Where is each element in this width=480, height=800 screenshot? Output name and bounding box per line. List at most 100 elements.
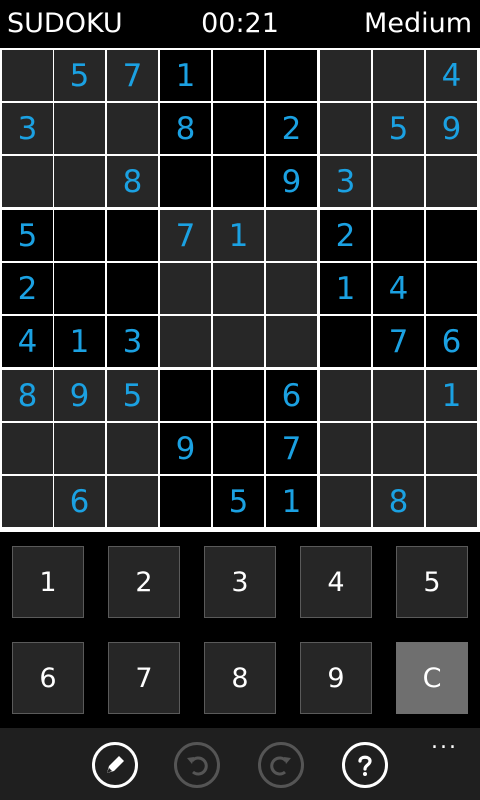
digit-key-3[interactable]: 3 (204, 546, 276, 618)
board-cell[interactable]: 4 (373, 263, 424, 314)
board-cell[interactable]: 6 (54, 476, 105, 527)
help-button[interactable] (342, 742, 388, 788)
board-cell[interactable] (107, 423, 158, 474)
board-cell[interactable]: 5 (107, 370, 158, 421)
board-cell[interactable] (54, 263, 105, 314)
board-cell[interactable] (373, 156, 424, 207)
board-cell[interactable]: 1 (266, 476, 317, 527)
digit-key-8[interactable]: 8 (204, 642, 276, 714)
board-cell[interactable]: 5 (373, 103, 424, 154)
board-cell[interactable]: 1 (54, 316, 105, 367)
board-cell[interactable]: 7 (160, 210, 211, 261)
board-cell[interactable] (320, 50, 371, 101)
board-cell[interactable]: 6 (426, 316, 477, 367)
board-cell[interactable] (54, 210, 105, 261)
pencil-button[interactable] (92, 742, 138, 788)
clear-key[interactable]: C (396, 642, 468, 714)
board-cell[interactable] (107, 103, 158, 154)
board-cell[interactable] (54, 156, 105, 207)
board-cell[interactable]: 2 (266, 103, 317, 154)
board-cell[interactable]: 1 (320, 263, 371, 314)
pencil-icon (107, 756, 124, 773)
board-cell[interactable]: 6 (266, 370, 317, 421)
board-cell[interactable] (160, 156, 211, 207)
digit-key-5[interactable]: 5 (396, 546, 468, 618)
board-cell[interactable] (426, 476, 477, 527)
board-cell[interactable] (54, 103, 105, 154)
board-cell[interactable] (213, 370, 264, 421)
board-cell[interactable] (320, 423, 371, 474)
board-cell[interactable]: 5 (213, 476, 264, 527)
board-cell[interactable]: 9 (160, 423, 211, 474)
board-cell[interactable] (426, 423, 477, 474)
board-cell[interactable] (160, 263, 211, 314)
board-cell[interactable]: 3 (2, 103, 53, 154)
digit-key-9[interactable]: 9 (300, 642, 372, 714)
board-cell[interactable] (107, 263, 158, 314)
board-cell[interactable] (266, 263, 317, 314)
board-cell[interactable] (373, 210, 424, 261)
board-cell[interactable] (213, 50, 264, 101)
difficulty-label: Medium (364, 8, 472, 39)
board-cell[interactable] (160, 316, 211, 367)
undo-button[interactable] (174, 742, 220, 788)
board-cell[interactable] (213, 263, 264, 314)
board-cell[interactable] (373, 370, 424, 421)
board-cell[interactable] (107, 210, 158, 261)
board-cell[interactable]: 1 (426, 370, 477, 421)
digit-key-2[interactable]: 2 (108, 546, 180, 618)
board-cell[interactable]: 8 (2, 370, 53, 421)
board-cell[interactable]: 9 (266, 156, 317, 207)
board-cell[interactable]: 5 (2, 210, 53, 261)
board-cell[interactable]: 5 (54, 50, 105, 101)
more-menu-button[interactable]: ... (431, 731, 458, 753)
board-cell[interactable] (426, 210, 477, 261)
board-cell[interactable] (426, 263, 477, 314)
board-cell[interactable]: 8 (373, 476, 424, 527)
board-cell[interactable]: 3 (320, 156, 371, 207)
board-cell[interactable]: 7 (266, 423, 317, 474)
board-cell[interactable] (54, 423, 105, 474)
board-cell[interactable]: 3 (107, 316, 158, 367)
board-cell[interactable] (320, 316, 371, 367)
board-cell[interactable]: 9 (54, 370, 105, 421)
board-cell[interactable] (373, 423, 424, 474)
board-cell[interactable] (213, 316, 264, 367)
board-cell[interactable]: 1 (213, 210, 264, 261)
board-cell[interactable] (2, 50, 53, 101)
digit-key-4[interactable]: 4 (300, 546, 372, 618)
board-cell[interactable]: 4 (2, 316, 53, 367)
board-cell[interactable]: 9 (426, 103, 477, 154)
board-cell[interactable]: 8 (107, 156, 158, 207)
board-cell[interactable] (160, 370, 211, 421)
board-cell[interactable] (107, 476, 158, 527)
board-cell[interactable] (320, 103, 371, 154)
board-cell[interactable] (2, 423, 53, 474)
board-cell[interactable] (2, 476, 53, 527)
board-cell[interactable] (213, 423, 264, 474)
redo-button[interactable] (258, 742, 304, 788)
board-cell[interactable]: 7 (373, 316, 424, 367)
board-cell[interactable]: 2 (320, 210, 371, 261)
board-cell[interactable] (320, 476, 371, 527)
board-cell[interactable] (213, 156, 264, 207)
digit-key-7[interactable]: 7 (108, 642, 180, 714)
board-cell[interactable] (2, 156, 53, 207)
digit-key-6[interactable]: 6 (12, 642, 84, 714)
board-cell[interactable] (373, 50, 424, 101)
board-cell[interactable] (320, 370, 371, 421)
board-cell[interactable]: 1 (160, 50, 211, 101)
board-cell[interactable] (266, 50, 317, 101)
board-cell[interactable]: 4 (426, 50, 477, 101)
header-bar: SUDOKU 00:21 Medium (0, 0, 480, 48)
board-cell[interactable] (266, 316, 317, 367)
board-cell[interactable]: 8 (160, 103, 211, 154)
board-cell[interactable] (426, 156, 477, 207)
board-cell[interactable] (160, 476, 211, 527)
digit-key-1[interactable]: 1 (12, 546, 84, 618)
board-cell[interactable] (266, 210, 317, 261)
board-cell[interactable] (213, 103, 264, 154)
board-cell[interactable]: 7 (107, 50, 158, 101)
board-cell[interactable]: 2 (2, 263, 53, 314)
redo-icon (270, 756, 291, 776)
